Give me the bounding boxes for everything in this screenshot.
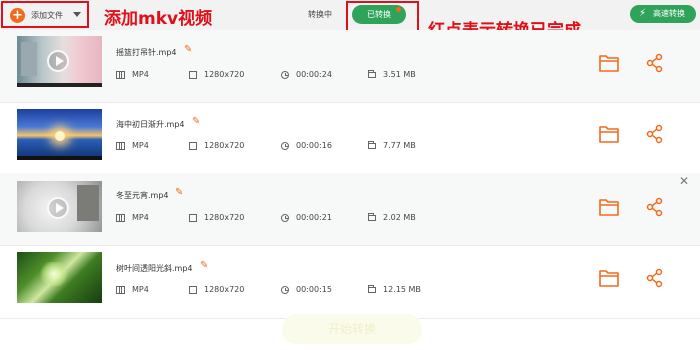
folder-icon[interactable] bbox=[599, 198, 619, 216]
file-name: 树叶间透阳光斜.mp4 bbox=[116, 264, 193, 273]
film-icon bbox=[116, 141, 125, 150]
video-thumbnail[interactable] bbox=[17, 109, 102, 160]
play-icon[interactable] bbox=[47, 50, 69, 72]
clock-icon bbox=[281, 70, 289, 79]
annotation-add-text: 添加mkv视频 bbox=[104, 9, 213, 29]
size-info: 3.51 MB bbox=[368, 70, 416, 79]
folder-small-icon bbox=[368, 70, 376, 78]
file-row: 海中初日渐升.mp4 ✎ MP4 1280x720 00:00:16 7.77 … bbox=[0, 103, 700, 176]
share-icon[interactable] bbox=[646, 53, 664, 73]
resolution-info: 1280x720 bbox=[189, 141, 244, 150]
clock-icon bbox=[281, 285, 289, 294]
close-icon[interactable]: ✕ bbox=[679, 174, 689, 188]
folder-small-icon bbox=[368, 141, 376, 149]
expand-icon bbox=[189, 213, 197, 222]
pencil-icon[interactable]: ✎ bbox=[192, 117, 200, 127]
annotation-box-converted bbox=[346, 1, 419, 32]
film-icon bbox=[116, 70, 125, 79]
folder-icon[interactable] bbox=[599, 54, 619, 72]
file-name: 摇篮打吊针.mp4 bbox=[116, 48, 177, 57]
share-icon[interactable] bbox=[646, 268, 664, 288]
expand-icon bbox=[189, 70, 197, 79]
size-info: 12.15 MB bbox=[368, 285, 421, 294]
pencil-icon[interactable]: ✎ bbox=[184, 45, 192, 55]
tab-converting[interactable]: 转换中 bbox=[308, 9, 332, 20]
format-info: MP4 bbox=[116, 141, 149, 150]
file-row: 树叶间透阳光斜.mp4 ✎ MP4 1280x720 00:00:15 12.1… bbox=[0, 246, 700, 319]
resolution-info: 1280x720 bbox=[189, 285, 244, 294]
file-row: 冬至元宵.mp4 ✎ MP4 1280x720 00:00:21 2.02 MB… bbox=[0, 173, 700, 246]
film-icon bbox=[116, 285, 125, 294]
format-info: MP4 bbox=[116, 70, 149, 79]
annotation-box-add bbox=[1, 1, 89, 28]
file-name: 冬至元宵.mp4 bbox=[116, 191, 169, 200]
folder-icon[interactable] bbox=[599, 125, 619, 143]
duration-info: 00:00:21 bbox=[281, 213, 332, 222]
duration-info: 00:00:16 bbox=[281, 141, 332, 150]
video-thumbnail[interactable] bbox=[17, 181, 102, 232]
resolution-info: 1280x720 bbox=[189, 70, 244, 79]
size-info: 2.02 MB bbox=[368, 213, 416, 222]
play-icon[interactable] bbox=[47, 197, 69, 219]
file-name: 海中初日渐升.mp4 bbox=[116, 120, 185, 129]
folder-small-icon bbox=[368, 285, 376, 293]
pencil-icon[interactable]: ✎ bbox=[175, 188, 183, 198]
expand-icon bbox=[189, 285, 197, 294]
format-info: MP4 bbox=[116, 213, 149, 222]
clock-icon bbox=[281, 141, 289, 150]
file-row: 摇篮打吊针.mp4 ✎ MP4 1280x720 00:00:24 3.51 M… bbox=[0, 30, 700, 103]
duration-info: 00:00:24 bbox=[281, 70, 332, 79]
pencil-icon[interactable]: ✎ bbox=[200, 261, 208, 271]
format-info: MP4 bbox=[116, 285, 149, 294]
duration-info: 00:00:15 bbox=[281, 285, 332, 294]
share-icon[interactable] bbox=[646, 124, 664, 144]
expand-icon bbox=[189, 141, 197, 150]
turbo-convert-label: 高速转换 bbox=[653, 9, 685, 18]
film-icon bbox=[116, 213, 125, 222]
lightning-icon: ⚡ bbox=[639, 8, 647, 19]
turbo-convert-button[interactable]: ⚡ 高速转换 bbox=[630, 5, 696, 23]
video-thumbnail[interactable] bbox=[17, 36, 102, 87]
start-convert-button[interactable]: 开始转换 bbox=[282, 314, 422, 344]
resolution-info: 1280x720 bbox=[189, 213, 244, 222]
size-info: 7.77 MB bbox=[368, 141, 416, 150]
share-icon[interactable] bbox=[646, 197, 664, 217]
folder-icon[interactable] bbox=[599, 269, 619, 287]
folder-small-icon bbox=[368, 213, 376, 221]
clock-icon bbox=[281, 213, 289, 222]
video-thumbnail[interactable] bbox=[17, 252, 102, 303]
